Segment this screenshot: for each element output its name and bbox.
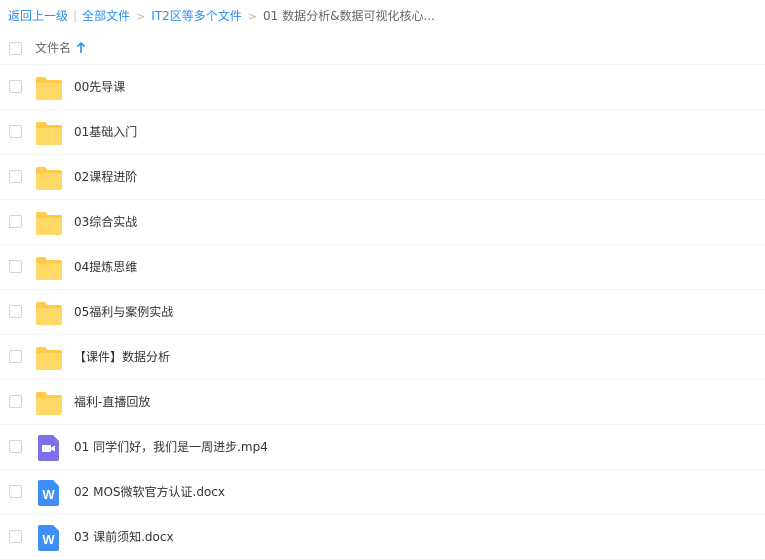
breadcrumb-all-files[interactable]: 全部文件 — [82, 9, 130, 23]
file-name[interactable]: 04提炼思维 — [74, 245, 137, 290]
row-checkbox[interactable] — [9, 440, 22, 453]
file-row[interactable]: W 02 MOS微软官方认证.docx — [0, 470, 765, 515]
svg-text:W: W — [42, 487, 55, 502]
file-name[interactable]: 03 课前须知.docx — [74, 515, 174, 560]
folder-icon[interactable] — [35, 390, 63, 416]
file-list-header: 文件名 — [0, 33, 765, 65]
column-filename-header[interactable]: 文件名 — [35, 33, 71, 63]
row-checkbox[interactable] — [9, 530, 22, 543]
row-checkbox[interactable] — [9, 350, 22, 363]
folder-icon[interactable] — [35, 345, 63, 371]
row-checkbox[interactable] — [9, 215, 22, 228]
row-checkbox[interactable] — [9, 80, 22, 93]
row-checkbox[interactable] — [9, 125, 22, 138]
file-name[interactable]: 福利-直播回放 — [74, 380, 150, 425]
file-row[interactable]: 03综合实战 — [0, 200, 765, 245]
file-list: 00先导课 01基础入门 02课程进阶 03综合实战 04提炼思维 05福利与案例实战 【课… — [0, 65, 765, 560]
breadcrumb-separator: > — [247, 10, 258, 23]
breadcrumb: 返回上一级 | 全部文件 > IT2区等多个文件 >01 数据分析&数据可视化核心... — [0, 0, 765, 33]
breadcrumb-divider: | — [73, 9, 78, 23]
svg-text:W: W — [42, 532, 55, 547]
file-name[interactable]: 02 MOS微软官方认证.docx — [74, 470, 225, 515]
sort-ascending-icon[interactable] — [76, 41, 86, 55]
folder-icon[interactable] — [35, 120, 63, 146]
file-name[interactable]: 01 同学们好，我们是一周进步.mp4 — [74, 425, 268, 470]
file-row[interactable]: 【课件】数据分析 — [0, 335, 765, 380]
file-row[interactable]: 01基础入门 — [0, 110, 765, 155]
row-checkbox[interactable] — [9, 170, 22, 183]
file-row[interactable]: 04提炼思维 — [0, 245, 765, 290]
file-name[interactable]: 03综合实战 — [74, 200, 137, 245]
row-checkbox[interactable] — [9, 485, 22, 498]
row-checkbox[interactable] — [9, 395, 22, 408]
breadcrumb-separator: > — [136, 10, 146, 23]
breadcrumb-level-1[interactable]: IT2区等多个文件 — [151, 9, 242, 23]
folder-icon[interactable] — [35, 300, 63, 326]
file-name[interactable]: 01基础入门 — [74, 110, 137, 155]
file-name[interactable]: 【课件】数据分析 — [74, 335, 170, 380]
video-file-icon[interactable] — [35, 435, 63, 461]
file-row[interactable]: 02课程进阶 — [0, 155, 765, 200]
folder-icon[interactable] — [35, 210, 63, 236]
file-name[interactable]: 02课程进阶 — [74, 155, 137, 200]
back-link[interactable]: 返回上一级 — [8, 9, 68, 23]
word-file-icon[interactable]: W — [35, 480, 63, 506]
breadcrumb-current: 01 数据分析&数据可视化核心... — [263, 9, 435, 23]
file-row[interactable]: 福利-直播回放 — [0, 380, 765, 425]
row-checkbox[interactable] — [9, 305, 22, 318]
file-row[interactable]: 00先导课 — [0, 65, 765, 110]
row-checkbox[interactable] — [9, 260, 22, 273]
file-row[interactable]: 01 同学们好，我们是一周进步.mp4 — [0, 425, 765, 470]
word-file-icon[interactable]: W — [35, 525, 63, 551]
file-name[interactable]: 05福利与案例实战 — [74, 290, 173, 335]
folder-icon[interactable] — [35, 255, 63, 281]
select-all-checkbox[interactable] — [9, 42, 22, 55]
folder-icon[interactable] — [35, 75, 63, 101]
file-name[interactable]: 00先导课 — [74, 65, 125, 110]
folder-icon[interactable] — [35, 165, 63, 191]
file-row[interactable]: W 03 课前须知.docx — [0, 515, 765, 560]
file-row[interactable]: 05福利与案例实战 — [0, 290, 765, 335]
